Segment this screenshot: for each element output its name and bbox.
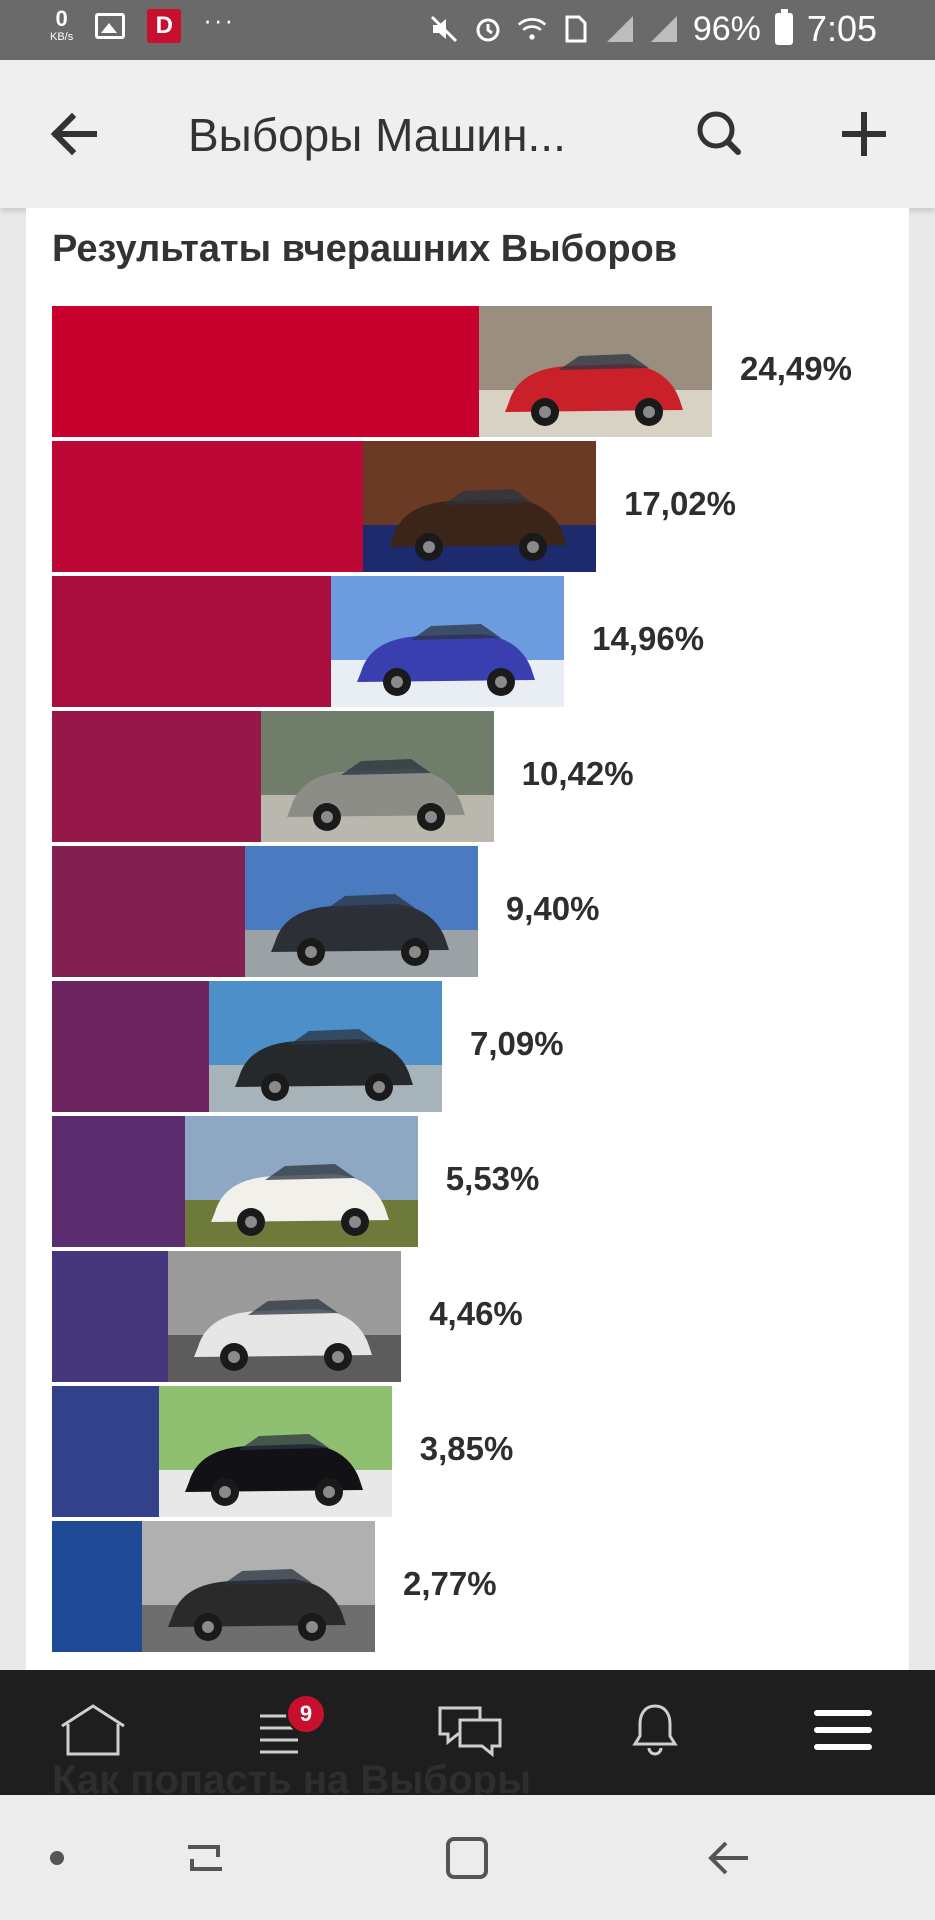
car-image-placeholder: [260, 711, 494, 842]
result-percent: 14,96%: [592, 620, 705, 657]
dot-icon: [50, 1851, 64, 1865]
result-bar: [52, 306, 479, 437]
gallery-notification-icon: [95, 12, 126, 39]
car-photo[interactable]: [244, 846, 478, 977]
plus-icon: [842, 112, 886, 156]
result-bar: [52, 1521, 142, 1652]
alarm-icon: [473, 14, 503, 44]
network-speed-value: 0: [55, 6, 68, 31]
feed-badge: 9: [286, 1694, 326, 1734]
result-bar: [52, 1116, 185, 1247]
result-row[interactable]: 17,02%: [52, 441, 796, 572]
result-row[interactable]: 4,46%: [52, 1251, 601, 1382]
car-photo[interactable]: [158, 1386, 392, 1517]
recent-apps-icon: [188, 1845, 222, 1871]
result-percent: 24,49%: [740, 350, 852, 387]
bottom-nav: Как попасть на Выборы 9: [0, 1670, 935, 1802]
result-percent: 3,85%: [419, 1430, 514, 1467]
network-speed-unit: KB/s: [50, 31, 74, 43]
page-title: Выборы Машин...: [188, 109, 566, 161]
car-image-placeholder: [479, 306, 712, 437]
menu-icon: [814, 1710, 872, 1750]
results-title: Результаты вчерашних Выборов: [52, 228, 678, 270]
system-nav: [0, 1795, 935, 1920]
sys-dot-button[interactable]: [22, 1825, 92, 1891]
back-arrow-icon: [50, 112, 97, 156]
car-photo[interactable]: [260, 711, 494, 842]
back-system-icon: [708, 1841, 748, 1875]
screen: 0 KB/s D ··· 96% 7:05 Выборы Машин... Ре…: [0, 0, 935, 1920]
car-image-placeholder: [363, 441, 597, 572]
result-bar: [52, 981, 209, 1112]
app-notification-icon: D: [147, 8, 182, 43]
battery-percent: 96%: [692, 9, 761, 48]
search-icon: [697, 111, 741, 155]
result-bar: [52, 441, 364, 572]
car-photo[interactable]: [184, 1116, 418, 1247]
home-icon: [61, 1704, 125, 1756]
add-button[interactable]: [834, 104, 894, 164]
search-button[interactable]: [690, 104, 750, 164]
result-percent: 17,02%: [624, 485, 737, 522]
network-speed: 0 KB/s: [50, 8, 73, 43]
nav-menu[interactable]: [798, 1690, 888, 1770]
car-image-placeholder: [168, 1251, 402, 1382]
result-row[interactable]: 10,42%: [52, 711, 694, 842]
status-right: 96% 7:05: [429, 8, 877, 50]
car-image-placeholder: [141, 1521, 375, 1652]
result-percent: 2,77%: [402, 1565, 497, 1602]
nav-feed[interactable]: 9: [236, 1690, 326, 1770]
signal-icon-2: [649, 14, 679, 44]
signal-icon-1: [605, 14, 635, 44]
result-percent: 10,42%: [521, 755, 634, 792]
more-notifications-icon: ···: [203, 5, 236, 35]
car-photo[interactable]: [209, 981, 442, 1112]
result-row[interactable]: 5,53%: [52, 1116, 618, 1247]
result-bar: [52, 576, 332, 707]
status-left: 0 KB/s D ···: [50, 5, 236, 43]
result-row[interactable]: 7,09%: [52, 981, 642, 1112]
app-bar: Выборы Машин...: [0, 60, 935, 208]
car-image-placeholder: [158, 1386, 392, 1517]
clock: 7:05: [806, 8, 877, 49]
back-system-button[interactable]: [694, 1825, 764, 1891]
nav-home[interactable]: [48, 1690, 138, 1770]
car-image-placeholder: [209, 981, 442, 1112]
mute-icon: [429, 14, 459, 44]
home-system-button[interactable]: [432, 1825, 502, 1891]
home-square-icon: [446, 1837, 488, 1879]
sim-icon: [561, 14, 591, 44]
result-bar: [52, 846, 245, 977]
nav-messages[interactable]: [424, 1690, 514, 1770]
result-percent: 7,09%: [470, 1025, 564, 1062]
car-photo[interactable]: [168, 1251, 402, 1382]
result-row[interactable]: 9,40%: [52, 846, 678, 977]
result-row[interactable]: 24,49%: [52, 306, 912, 437]
status-bar: 0 KB/s D ··· 96% 7:05: [0, 0, 935, 60]
result-bar: [52, 1386, 159, 1517]
result-row[interactable]: 2,77%: [52, 1521, 575, 1652]
car-image-placeholder: [244, 846, 478, 977]
result-percent: 5,53%: [445, 1160, 540, 1197]
results-card: Результаты вчерашних Выборов 24,49% 17,02…: [26, 208, 909, 1678]
result-percent: 9,40%: [505, 890, 600, 927]
result-percent: 4,46%: [429, 1295, 523, 1332]
car-image-placeholder: [184, 1116, 418, 1247]
bell-icon: [632, 1704, 678, 1756]
car-photo[interactable]: [363, 441, 597, 572]
messages-icon: [438, 1706, 502, 1758]
result-row[interactable]: 14,96%: [52, 576, 764, 707]
recent-apps-button[interactable]: [170, 1825, 240, 1891]
car-image-placeholder: [331, 576, 565, 707]
car-photo[interactable]: [331, 576, 565, 707]
result-bar: [52, 1251, 169, 1382]
car-photo[interactable]: [141, 1521, 375, 1652]
result-row[interactable]: 3,85%: [52, 1386, 592, 1517]
nav-notifications[interactable]: [610, 1690, 700, 1770]
back-button[interactable]: [44, 104, 104, 164]
car-photo[interactable]: [479, 306, 712, 437]
battery-icon: [774, 9, 793, 45]
wifi-icon: [517, 14, 547, 44]
result-bar: [52, 711, 261, 842]
